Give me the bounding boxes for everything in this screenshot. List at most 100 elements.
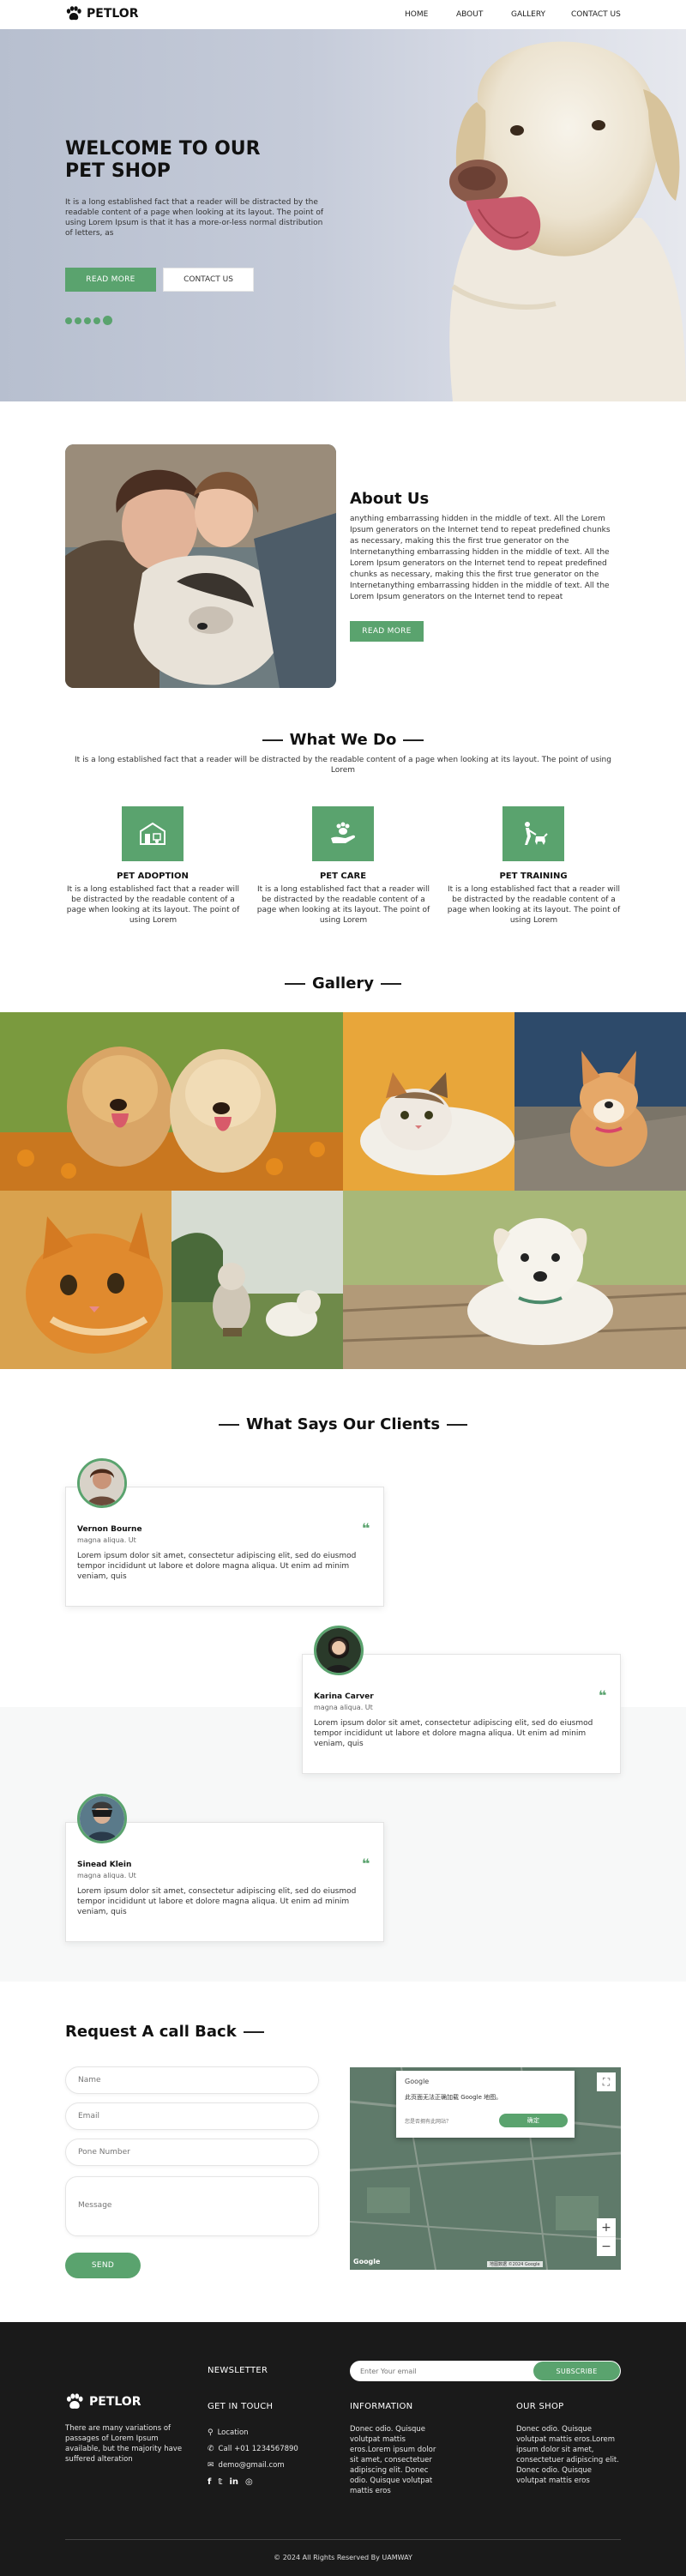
- subscribe-button[interactable]: SUBSCRIBE: [533, 2362, 620, 2380]
- information-title: INFORMATION: [350, 2402, 413, 2411]
- pet-house-icon: [122, 806, 184, 861]
- title-divider: [243, 2030, 264, 2033]
- phone-field[interactable]: [65, 2139, 319, 2166]
- zoom-out-button[interactable]: −: [597, 2237, 616, 2256]
- map-attribution: 地图数据 ©2024 Google: [487, 2261, 543, 2267]
- quote-icon: ❝: [362, 1855, 370, 1872]
- title-divider: [381, 982, 402, 985]
- gallery-image-orange-kitten[interactable]: [0, 1191, 172, 1369]
- header: PETLOR HOME ABOUT GALLERY CONTACT US: [0, 0, 686, 29]
- services-title: What We Do: [0, 731, 686, 749]
- location-text: Location: [217, 2428, 249, 2437]
- slide-dot[interactable]: [84, 317, 91, 324]
- map-error-question: 您是否拥有此网站？: [405, 2119, 452, 2125]
- our-shop-text: Donec odio. Quisque volutpat mattis eros…: [516, 2425, 619, 2485]
- title-divider: [262, 739, 283, 741]
- hero-read-more-button[interactable]: READ MORE: [65, 268, 156, 292]
- name-field[interactable]: [65, 2066, 319, 2094]
- zoom-in-button[interactable]: +: [597, 2218, 616, 2237]
- hero-title-line2: PET SHOP: [65, 160, 171, 182]
- map-embed[interactable]: Google 此页面无法正确加载 Google 地图。 您是否拥有此网站？ 确定…: [350, 2067, 621, 2270]
- hero-text: It is a long established fact that a rea…: [65, 198, 324, 238]
- footer-location[interactable]: ⚲ Location: [208, 2428, 249, 2438]
- map-google-logo: Google: [353, 2258, 381, 2265]
- about-text: anything embarrassing hidden in the midd…: [350, 515, 611, 601]
- social-links: f 𝕥 in ◎: [208, 2477, 253, 2487]
- hero-banner: WELCOME TO OUR PET SHOP It is a long est…: [0, 29, 686, 401]
- footer-phone[interactable]: ✆ Call +01 1234567890: [208, 2444, 298, 2454]
- avatar: [77, 1794, 127, 1843]
- testimonial-name: Sinead Klein: [77, 1861, 132, 1869]
- about-image: [65, 444, 336, 688]
- copyright-text: © 2024 All Rights Reserved By UAMWAY: [274, 2554, 412, 2561]
- gallery-image-white-puppy[interactable]: [343, 1191, 686, 1369]
- service-title-care: PET CARE: [319, 872, 367, 881]
- quote-icon: ❝: [599, 1687, 607, 1704]
- gallery-title: Gallery: [0, 974, 686, 992]
- email-field[interactable]: [65, 2102, 319, 2130]
- gallery-image-dogs-field[interactable]: [172, 1191, 343, 1369]
- callback-title-text: Request A call Back: [65, 2023, 237, 2041]
- phone-text: Call +01 1234567890: [218, 2445, 298, 2453]
- testimonial-name: Karina Carver: [314, 1692, 374, 1701]
- nav-gallery[interactable]: GALLERY: [511, 10, 545, 19]
- instagram-icon[interactable]: ◎: [245, 2477, 253, 2487]
- send-button[interactable]: SEND: [65, 2253, 141, 2278]
- services-subtitle: It is a long established fact that a rea…: [75, 756, 611, 775]
- hero-dog-image: [449, 41, 686, 401]
- logo[interactable]: PETLOR: [65, 6, 138, 21]
- map-ok-button[interactable]: 确定: [499, 2114, 568, 2127]
- gallery-image-puppies[interactable]: [0, 1012, 343, 1191]
- nav-about[interactable]: ABOUT: [456, 10, 483, 19]
- about-title: About Us: [350, 490, 430, 508]
- title-divider: [403, 739, 424, 741]
- gallery-image-corgi[interactable]: [514, 1012, 686, 1191]
- slide-dot[interactable]: [93, 317, 100, 324]
- service-title-adoption: PET ADOPTION: [117, 872, 189, 881]
- hero-title: WELCOME TO OUR PET SHOP: [65, 138, 322, 183]
- title-divider: [218, 1423, 239, 1426]
- title-divider: [284, 982, 305, 985]
- service-title-training: PET TRAINING: [499, 872, 568, 881]
- get-in-touch-title: GET IN TOUCH: [208, 2402, 274, 2411]
- fullscreen-icon[interactable]: ⛶: [597, 2072, 616, 2091]
- quote-icon: ❝: [362, 1520, 370, 1536]
- hero-contact-button[interactable]: CONTACT US: [163, 268, 254, 292]
- testimonials-title-text: What Says Our Clients: [245, 1415, 441, 1433]
- title-divider: [447, 1423, 468, 1426]
- slide-dot[interactable]: [75, 317, 81, 324]
- information-text: Donec odio. Quisque volutpat mattis eros…: [350, 2425, 436, 2495]
- dog-training-icon: [502, 806, 564, 861]
- testimonial-role: magna aliqua. Ut: [77, 1872, 136, 1879]
- nav-home[interactable]: HOME: [405, 10, 428, 19]
- newsletter-title: NEWSLETTER: [208, 2366, 268, 2375]
- about-read-more-button[interactable]: READ MORE: [350, 621, 424, 642]
- footer-logo[interactable]: PETLOR: [65, 2393, 141, 2410]
- hero-title-line1: WELCOME TO OUR: [65, 138, 261, 160]
- twitter-icon[interactable]: 𝕥: [218, 2477, 222, 2487]
- location-pin-icon: ⚲: [208, 2428, 214, 2437]
- nav-contact[interactable]: CONTACT US: [571, 10, 621, 19]
- avatar: [77, 1458, 127, 1508]
- slide-dot[interactable]: [65, 317, 72, 324]
- facebook-icon[interactable]: f: [208, 2477, 211, 2487]
- envelope-icon: ✉: [208, 2461, 214, 2470]
- slide-dot-active[interactable]: [103, 316, 112, 325]
- footer-email[interactable]: ✉ demo@gmail.com: [208, 2460, 285, 2470]
- linkedin-icon[interactable]: in: [229, 2477, 238, 2487]
- callback-title: Request A call Back: [65, 2023, 264, 2041]
- map-error-text: 此页面无法正确加载 Google 地图。: [405, 2094, 502, 2101]
- map-error-popup: Google 此页面无法正确加载 Google 地图。 您是否拥有此网站？ 确定: [396, 2071, 575, 2138]
- testimonial-text: Lorem ipsum dolor sit amet, consectetur …: [77, 1552, 357, 1581]
- testimonial-name: Vernon Bourne: [77, 1525, 142, 1534]
- google-logo: Google: [405, 2078, 430, 2085]
- footer-divider: [65, 2539, 621, 2540]
- paw-icon: [66, 2393, 83, 2409]
- slider-dots: [65, 316, 112, 325]
- testimonial-text: Lorem ipsum dolor sit amet, consectetur …: [77, 1887, 357, 1916]
- hand-paw-icon: [312, 806, 374, 861]
- message-field[interactable]: [65, 2176, 319, 2236]
- our-shop-title: OUR SHOP: [516, 2402, 564, 2411]
- gallery-image-kitten[interactable]: [343, 1012, 514, 1191]
- services-title-text: What We Do: [289, 731, 397, 749]
